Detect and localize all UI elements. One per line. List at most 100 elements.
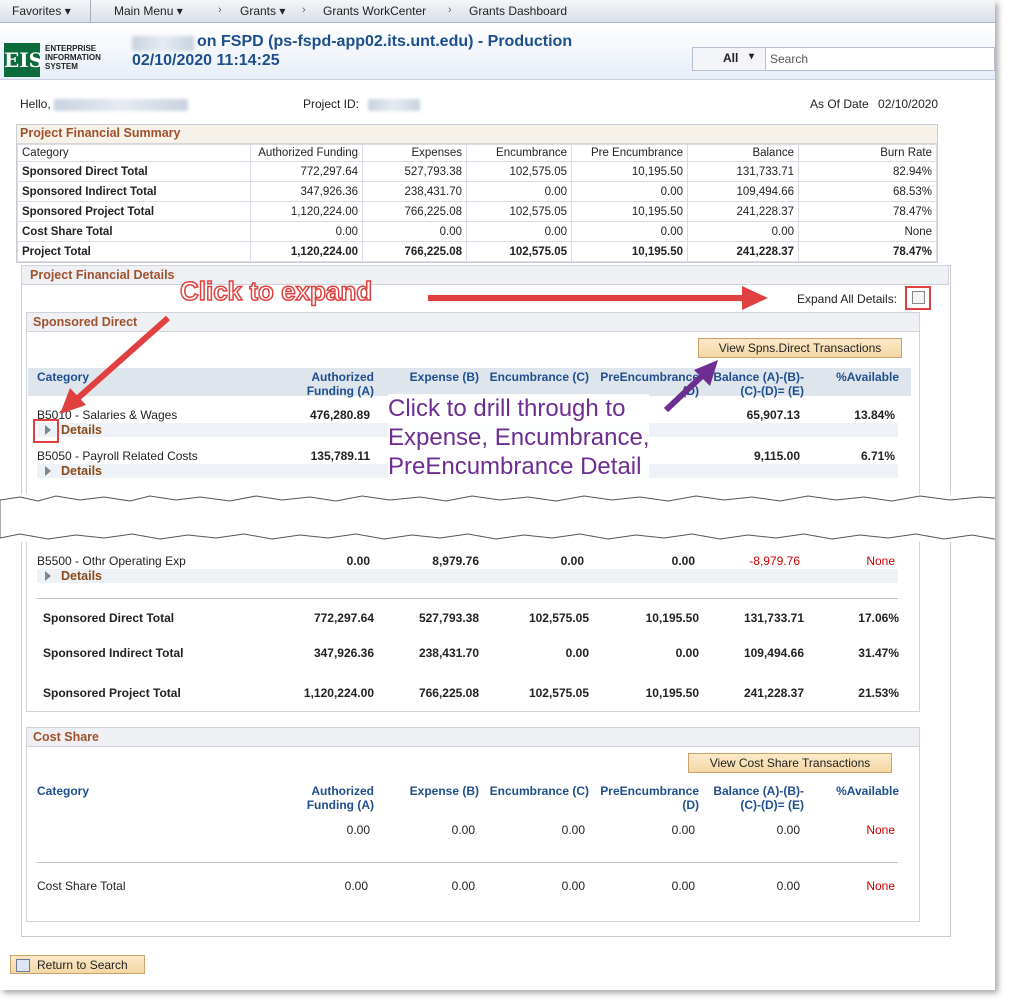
redacted-name (54, 98, 189, 111)
row-authorized: 476,280.89 (309, 408, 370, 422)
chevron-down-icon: ▾ (176, 4, 183, 18)
top-nav: Favorites ▾ Main Menu ▾ › Grants ▾ › Gra… (0, 0, 995, 23)
table-row-total: Project Total 1,120,224.00 766,225.08 102,5… (17, 241, 937, 262)
total-preencumbrance: 0.00 (671, 879, 695, 893)
return-to-search-button[interactable]: Return to Search (10, 955, 145, 974)
total-balance: 131,733.71 (743, 611, 804, 625)
col-balance: Balance (A)-(B)- (C)-(D)= (E) (713, 370, 804, 398)
breadcrumb-grants-dashboard[interactable]: Grants Dashboard (469, 4, 567, 18)
details-toggle[interactable]: Details (61, 423, 102, 437)
col-category: Category (37, 784, 90, 798)
row-authorized: 0.00 (346, 823, 370, 837)
total-available: 17.06% (858, 611, 899, 625)
row-category: B5050 - Payroll Related Costs (37, 449, 198, 463)
col-preencumbrance: PreEncumbrance (D) (600, 784, 699, 812)
details-toggle[interactable]: Details (61, 569, 102, 583)
cost-share-title: Cost Share (26, 727, 920, 747)
sponsored-direct-title: Sponsored Direct (26, 312, 920, 332)
total-expense: 0.00 (451, 879, 475, 893)
project-financial-summary: Project Financial Summary Category Autho… (16, 124, 938, 263)
total-encumbrance: 0.00 (561, 879, 585, 893)
col-expense: Expense (B) (409, 784, 479, 798)
redacted-username (132, 36, 194, 51)
row-available: None (866, 823, 895, 837)
expand-all-label: Expand All Details: (797, 292, 898, 306)
breadcrumb-separator-icon: › (218, 4, 222, 16)
breadcrumb-grants-workcenter[interactable]: Grants WorkCenter (323, 4, 426, 18)
total-available: 31.47% (858, 646, 899, 660)
total-preencumbrance: 10,195.50 (645, 686, 699, 700)
col-encumbrance: Encumbrance (C) (489, 370, 589, 384)
total-expense: 238,431.70 (418, 646, 479, 660)
row-authorized: 0.00 (346, 554, 370, 568)
divider (37, 862, 898, 863)
annotation-highlight-box (33, 419, 59, 443)
total-expense: 766,225.08 (418, 686, 479, 700)
col-available: %Available (836, 370, 899, 384)
main-menu[interactable]: Main Menu ▾ (114, 4, 183, 18)
table-row: Sponsored Project Total 1,120,224.00 766,2… (17, 201, 937, 222)
total-encumbrance: 0.00 (565, 646, 589, 660)
project-id: Project ID: (303, 97, 421, 111)
chevron-down-icon: ▾ (64, 4, 71, 18)
row-expense: 0.00 (451, 823, 475, 837)
column-header: Encumbrance (466, 144, 572, 162)
annotation-click-to-expand: Click to expand (179, 275, 373, 307)
nav-divider (90, 0, 91, 22)
total-balance: 0.00 (776, 879, 800, 893)
row-balance: 65,907.13 (746, 408, 800, 422)
total-category: Cost Share Total (37, 879, 126, 893)
return-icon (16, 959, 30, 972)
total-available: None (866, 879, 895, 893)
col-expense: Expense (B) (409, 370, 479, 384)
row-available: 6.71% (860, 449, 895, 463)
column-header: Expenses (362, 144, 467, 162)
total-balance: 109,494.66 (743, 646, 804, 660)
row-available: 13.84% (854, 408, 895, 422)
col-available: %Available (836, 784, 899, 798)
as-of-date: As Of Date 02/10/2020 (810, 97, 939, 111)
annotation-drill-through: Click to drill through to Expense, Encum… (388, 394, 650, 481)
total-available: 21.53% (858, 686, 899, 700)
row-available: None (866, 554, 895, 568)
expand-triangle-icon[interactable] (45, 571, 51, 581)
page: Favorites ▾ Main Menu ▾ › Grants ▾ › Gra… (0, 0, 995, 990)
col-encumbrance: Encumbrance (C) (489, 784, 589, 798)
column-header: Burn Rate (798, 144, 937, 162)
grants-menu[interactable]: Grants ▾ (240, 4, 285, 18)
total-encumbrance: 102,575.05 (528, 686, 589, 700)
search-scope-select[interactable]: All ▾ (692, 47, 766, 71)
view-cost-share-transactions-button[interactable]: View Cost Share Transactions (688, 753, 892, 773)
details-toggle[interactable]: Details (61, 464, 102, 478)
view-spns-direct-transactions-button[interactable]: View Spns.Direct Transactions (698, 338, 902, 358)
column-header: Category (17, 144, 251, 162)
summary-table: Category Authorized Funding Expenses Enc… (17, 144, 937, 262)
breadcrumb-separator-icon: › (302, 4, 306, 16)
total-category: Sponsored Indirect Total (43, 646, 184, 660)
column-header: Pre Encumbrance (571, 144, 688, 162)
row-authorized: 135,789.11 (310, 449, 370, 463)
total-authorized: 347,926.36 (313, 646, 374, 660)
col-balance: Balance (A)-(B)- (C)-(D)= (E) (713, 784, 804, 812)
details-title: Project Financial Details (21, 265, 949, 285)
total-preencumbrance: 0.00 (675, 646, 699, 660)
favorites-menu[interactable]: Favorites ▾ (12, 4, 71, 18)
column-header: Balance (687, 144, 799, 162)
row-encumbrance: 0.00 (560, 554, 584, 568)
total-authorized: 1,120,224.00 (303, 686, 374, 700)
summary-title: Project Financial Summary (17, 125, 937, 144)
expand-triangle-icon[interactable] (45, 466, 51, 476)
search-input[interactable]: Search (765, 47, 995, 71)
row-balance: 0.00 (776, 823, 800, 837)
breadcrumb-separator-icon: › (448, 4, 452, 16)
total-category: Sponsored Project Total (43, 686, 181, 700)
total-encumbrance: 102,575.05 (528, 611, 589, 625)
row-expense: 8,979.76 (432, 554, 479, 568)
table-row: Sponsored Indirect Total 347,926.36 238,43… (17, 181, 937, 202)
chevron-down-icon: ▾ (749, 51, 755, 62)
total-authorized: 0.00 (344, 879, 368, 893)
torn-edge (0, 494, 995, 542)
column-header: Authorized Funding (250, 144, 363, 162)
divider (37, 598, 898, 599)
annotation-highlight-box (905, 286, 931, 310)
